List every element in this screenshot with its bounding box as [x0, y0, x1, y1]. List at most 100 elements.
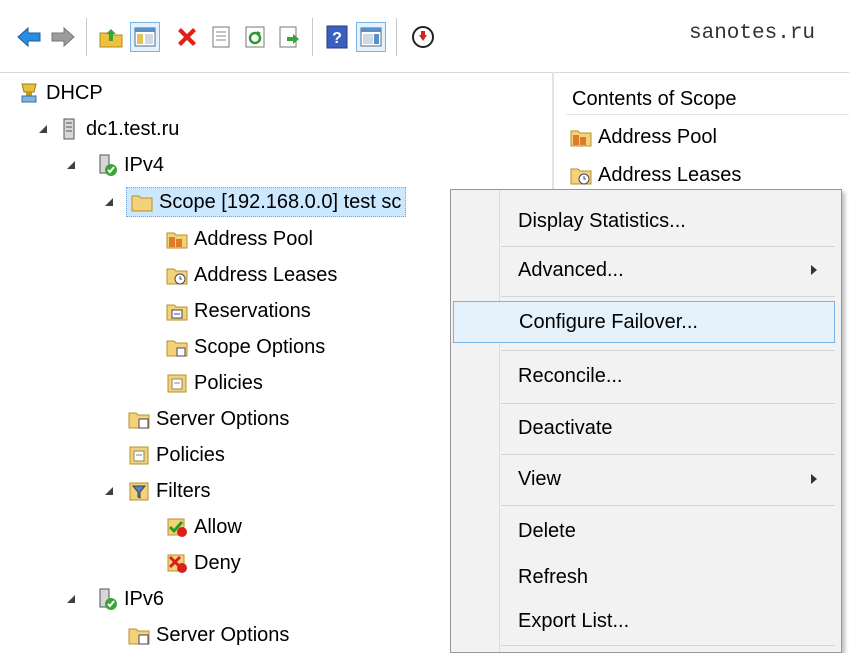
download-icon[interactable]	[408, 22, 438, 52]
menu-item-reconcile[interactable]: Reconcile...	[453, 355, 835, 397]
tree-node-ipv6[interactable]: IPv6	[96, 584, 164, 614]
toolbar-separator	[86, 18, 87, 56]
properties-icon[interactable]	[206, 22, 236, 52]
list-item[interactable]: Address Pool	[570, 122, 717, 152]
ipv4-icon	[99, 154, 117, 176]
tree-label: Policies	[156, 443, 225, 466]
tree-node-ipv4[interactable]: IPv4	[96, 150, 164, 180]
toolbar-separator	[396, 18, 397, 56]
tree-label: Scope [192.168.0.0] test sc	[159, 190, 402, 213]
server-icon	[63, 118, 75, 140]
menu-item-export-list[interactable]: Export List...	[453, 600, 835, 642]
show-hide-action-pane-icon[interactable]	[356, 22, 386, 52]
tree-label: DHCP	[46, 81, 103, 104]
column-header-label: Contents of Scope	[572, 87, 737, 110]
address-pool-icon	[570, 130, 592, 147]
help-icon[interactable]: ?	[322, 22, 352, 52]
submenu-arrow-icon	[811, 265, 817, 275]
menu-item-label: Reconcile...	[518, 364, 623, 387]
menu-item-configure-failover[interactable]: Configure Failover...	[453, 301, 835, 343]
tree-node-filters[interactable]: Filters	[128, 476, 210, 506]
scope-options-icon	[166, 340, 188, 357]
menu-item-display-statistics[interactable]: Display Statistics...	[453, 200, 835, 242]
tree-node-server-options[interactable]: Server Options	[128, 404, 289, 434]
allow-icon	[167, 518, 187, 537]
menu-item-view[interactable]: View	[453, 458, 835, 500]
expand-triangle-icon[interactable]	[64, 592, 78, 606]
tree-node-reservations[interactable]: Reservations	[166, 296, 311, 326]
address-leases-icon	[570, 168, 592, 185]
tree-node-server[interactable]: dc1.test.ru	[58, 114, 179, 144]
tree-label: IPv4	[124, 153, 165, 176]
tree-node-scope-policies[interactable]: Policies	[166, 368, 263, 398]
svg-text:?: ?	[332, 30, 342, 47]
list-item-label: Address Pool	[598, 125, 717, 148]
forward-icon[interactable]	[48, 22, 78, 52]
menu-separator	[501, 350, 835, 351]
tree-node-policies[interactable]: Policies	[128, 440, 225, 470]
reservations-icon	[166, 304, 188, 321]
selected-scope-item[interactable]: Scope [192.168.0.0] test sc	[126, 187, 407, 217]
tree-label: Address Pool	[194, 227, 313, 250]
expand-triangle-icon[interactable]	[36, 122, 50, 136]
tree-node-deny[interactable]: Deny	[166, 548, 241, 578]
tree-node-allow[interactable]: Allow	[166, 512, 242, 542]
menu-item-label: Refresh	[518, 565, 589, 588]
tree-node-scope-options[interactable]: Scope Options	[166, 332, 325, 362]
policies-icon	[167, 374, 187, 393]
expand-triangle-icon[interactable]	[64, 158, 78, 172]
tree-label: Allow	[194, 515, 242, 538]
menu-separator	[501, 403, 835, 404]
menu-separator	[501, 296, 835, 297]
folder-icon	[131, 195, 153, 212]
menu-item-deactivate[interactable]: Deactivate	[453, 407, 835, 449]
submenu-arrow-icon	[811, 474, 817, 484]
tree-node-dhcp[interactable]: DHCP	[18, 78, 103, 108]
menu-item-refresh[interactable]: Refresh	[453, 556, 835, 598]
list-item[interactable]: Address Leases	[570, 160, 741, 190]
menu-item-label: Configure Failover...	[519, 310, 698, 333]
menu-separator	[501, 645, 835, 646]
tree-label: Policies	[194, 371, 263, 394]
policies-icon	[129, 446, 149, 465]
menu-item-label: Delete	[518, 519, 576, 542]
refresh-icon[interactable]	[240, 22, 270, 52]
menu-separator	[501, 505, 835, 506]
context-menu: Display Statistics... Advanced... Config…	[450, 189, 842, 653]
tree-label: Server Options	[156, 623, 290, 646]
expand-triangle-icon[interactable]	[102, 195, 116, 209]
list-item-label: Address Leases	[598, 163, 742, 186]
column-header[interactable]: Contents of Scope	[566, 84, 849, 115]
menu-item-delete[interactable]: Delete	[453, 510, 835, 552]
up-folder-icon[interactable]	[96, 22, 126, 52]
tree-node-ipv6-server-options[interactable]: Server Options	[128, 620, 289, 650]
tree-label: dc1.test.ru	[86, 117, 180, 140]
tree-label: Filters	[156, 479, 211, 502]
menu-item-label: Advanced...	[518, 258, 624, 281]
server-options-icon	[128, 412, 150, 429]
dhcp-icon	[21, 83, 37, 103]
menu-item-label: Export List...	[518, 609, 630, 632]
menu-item-label: Deactivate	[518, 416, 613, 439]
menu-separator	[501, 246, 835, 247]
tree-label: Scope Options	[194, 335, 326, 358]
tree-label: IPv6	[124, 587, 165, 610]
address-pool-icon	[166, 232, 188, 249]
tree-label: Address Leases	[194, 263, 338, 286]
menu-item-label: Display Statistics...	[518, 209, 686, 232]
tree-node-scope[interactable]: Scope [192.168.0.0] test sc	[126, 187, 407, 217]
server-options-icon	[128, 628, 150, 645]
export-list-icon[interactable]	[274, 22, 304, 52]
tree-node-address-leases[interactable]: Address Leases	[166, 260, 337, 290]
tree-node-address-pool[interactable]: Address Pool	[166, 224, 313, 254]
menu-item-label: View	[518, 467, 561, 490]
expand-triangle-icon[interactable]	[102, 484, 116, 498]
show-hide-tree-icon[interactable]	[130, 22, 160, 52]
ipv6-icon	[99, 588, 117, 610]
delete-icon[interactable]	[172, 22, 202, 52]
menu-item-advanced[interactable]: Advanced...	[453, 249, 835, 291]
toolbar-separator	[312, 18, 313, 56]
back-icon[interactable]	[14, 22, 44, 52]
tree-label: Reservations	[194, 299, 311, 322]
filter-icon	[129, 482, 149, 501]
